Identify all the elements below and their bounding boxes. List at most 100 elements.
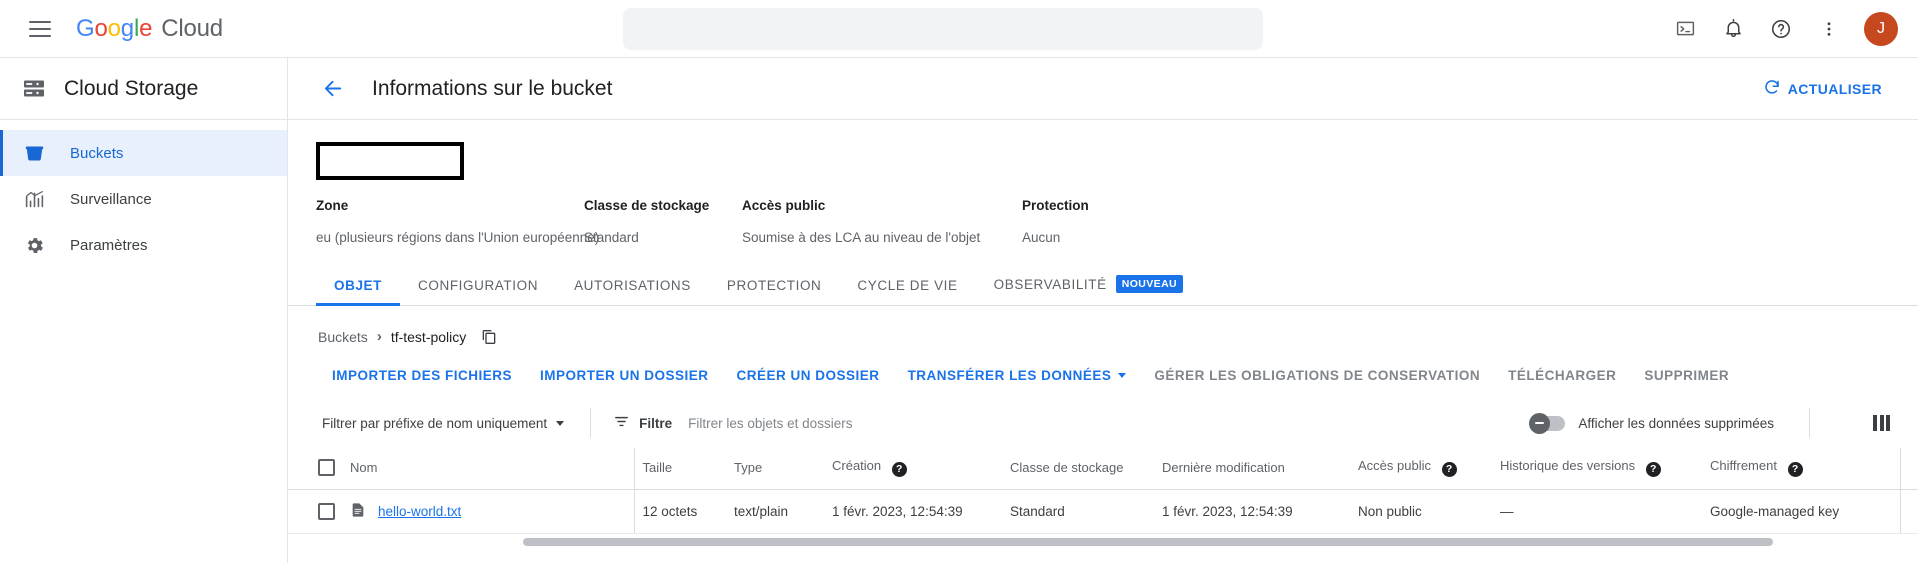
cell-type: text/plain — [726, 489, 824, 534]
help-icon[interactable] — [1760, 8, 1802, 50]
column-label: Type — [734, 459, 763, 475]
help-icon[interactable]: ? — [891, 461, 907, 477]
column-header-actions — [1899, 448, 1918, 490]
terminal-icon[interactable] — [1664, 8, 1706, 50]
import-folder-button[interactable]: IMPORTER UN DOSSIER — [526, 359, 723, 392]
divider — [590, 408, 592, 438]
help-icon[interactable]: ? — [1645, 461, 1661, 477]
filter-input[interactable]: Filtrer les objets et dossiers — [688, 416, 1531, 431]
breadcrumb: Buckets › tf-test-policy — [288, 306, 1918, 345]
column-header-creation[interactable]: Création ? — [824, 448, 1002, 490]
show-deleted-toggle[interactable] — [1529, 412, 1566, 434]
refresh-button[interactable]: ACTUALISER — [1753, 70, 1892, 107]
sidebar-item-surveillance[interactable]: Surveillance — [0, 176, 287, 222]
row-checkbox[interactable] — [318, 502, 335, 520]
cloud-storage-icon — [22, 77, 46, 101]
table-row[interactable]: hello-world.txt 12 octets text/plain 1 f… — [288, 489, 1918, 534]
import-files-button[interactable]: IMPORTER DES FICHIERS — [318, 359, 526, 392]
objects-table-wrapper: Nom Taille Type Création ? Classe de sto… — [288, 448, 1918, 563]
sidebar-nav-list: Buckets Surveillance Paramètres — [0, 120, 287, 268]
table-body: hello-world.txt 12 octets text/plain 1 f… — [288, 489, 1918, 534]
column-settings-icon[interactable] — [1867, 409, 1896, 437]
sidebar: Cloud Storage Buckets Surveillance Param… — [0, 58, 288, 563]
tab-cycle-de-vie[interactable]: CYCLE DE VIE — [839, 278, 975, 305]
page-title: Informations sur le bucket — [372, 76, 613, 100]
create-folder-button[interactable]: CRÉER UN DOSSIER — [723, 359, 894, 392]
delete-button[interactable]: SUPPRIMER — [1630, 359, 1743, 392]
sidebar-item-label: Surveillance — [70, 190, 152, 208]
top-navigation-bar: G o o g l e Cloud J — [0, 0, 1918, 58]
column-label: Classe de stockage — [1010, 459, 1124, 475]
logo-cloud-text: Cloud — [161, 14, 223, 42]
column-header-derniere-modification[interactable]: Dernière modification — [1154, 448, 1350, 490]
logo-letter: o — [94, 14, 108, 42]
sidebar-item-buckets[interactable]: Buckets — [0, 130, 287, 176]
table-header-row: Nom Taille Type Création ? Classe de sto… — [288, 448, 1918, 490]
help-icon[interactable]: ? — [1441, 461, 1457, 477]
hamburger-line — [29, 27, 51, 30]
chevron-down-icon — [556, 420, 565, 426]
row-select-cell — [288, 489, 342, 534]
manage-retention-button[interactable]: GÉRER LES OBLIGATIONS DE CONSERVATION — [1140, 359, 1494, 392]
column-label: Taille — [642, 459, 673, 475]
sidebar-item-label: Paramètres — [70, 236, 148, 254]
copy-icon[interactable] — [481, 329, 497, 345]
search-input[interactable] — [623, 7, 1264, 50]
filter-icon — [613, 413, 630, 433]
action-label: IMPORTER DES FICHIERS — [332, 368, 513, 383]
sidebar-item-parametres[interactable]: Paramètres — [0, 222, 287, 268]
horizontal-scrollbar[interactable] — [523, 537, 1773, 546]
hamburger-line — [29, 20, 51, 23]
google-cloud-logo[interactable]: G o o g l e Cloud — [76, 15, 223, 43]
column-header-nom[interactable]: Nom — [342, 448, 634, 490]
hamburger-menu-icon[interactable] — [18, 7, 62, 51]
notifications-bell-icon[interactable] — [1712, 8, 1754, 50]
sidebar-product-name: Cloud Storage — [64, 76, 199, 100]
breadcrumb-root[interactable]: Buckets — [318, 329, 368, 345]
download-button[interactable]: TÉLÉCHARGER — [1494, 359, 1630, 392]
tab-protection[interactable]: PROTECTION — [709, 278, 840, 305]
logo-letter: G — [76, 14, 95, 42]
summary-label: Protection — [1022, 198, 1089, 213]
summary-label: Accès public — [742, 198, 826, 213]
more-options-icon[interactable] — [1808, 8, 1850, 50]
cell-chiffrement: Google-managed key — [1702, 489, 1900, 534]
arrow-left-icon[interactable] — [316, 72, 350, 106]
prefix-filter-select[interactable]: Filtrer par préfixe de nom uniquement — [318, 410, 568, 437]
column-header-type[interactable]: Type — [726, 448, 824, 490]
column-header-chiffrement[interactable]: Chiffrement ? — [1702, 448, 1900, 490]
column-header-classe-de-stockage[interactable]: Classe de stockage — [1002, 448, 1154, 490]
avatar[interactable]: J — [1864, 11, 1898, 46]
column-header-taille[interactable]: Taille — [633, 448, 726, 490]
cell-classe-de-stockage: Standard — [1002, 489, 1154, 534]
file-name-link[interactable]: hello-world.txt — [378, 504, 461, 519]
column-label: Création — [832, 458, 882, 473]
sidebar-item-label: Buckets — [70, 144, 124, 162]
cloud-console-page: G o o g l e Cloud J Cloud Storage Bucket… — [0, 0, 1918, 563]
column-label: Chiffrement — [1710, 458, 1777, 473]
settings-gear-icon — [22, 233, 46, 257]
column-header-acces-public[interactable]: Accès public ? — [1350, 448, 1492, 490]
summary-label: Zone — [316, 198, 349, 213]
summary-value: Aucun — [1022, 230, 1061, 245]
sidebar-product-header: Cloud Storage — [0, 58, 287, 120]
tab-observabilite[interactable]: OBSERVABILITÉ NOUVEAU — [976, 275, 1201, 305]
action-label: CRÉER UN DOSSIER — [736, 368, 880, 383]
tab-label: OBJET — [334, 278, 383, 293]
help-icon[interactable]: ? — [1787, 461, 1803, 477]
monitoring-chart-icon — [22, 187, 46, 211]
tab-configuration[interactable]: CONFIGURATION — [400, 278, 556, 305]
filter-bar: Filtrer par préfixe de nom uniquement Fi… — [288, 398, 1918, 448]
bucket-details-content: Zone eu (plusieurs régions dans l'Union … — [288, 120, 1918, 563]
page-body: Cloud Storage Buckets Surveillance Param… — [0, 58, 1918, 563]
summary-value: Soumise à des LCA au niveau de l'objet — [742, 230, 981, 245]
row-actions — [1909, 502, 1918, 520]
tab-objet[interactable]: OBJET — [316, 278, 401, 306]
select-all-checkbox[interactable] — [318, 458, 335, 476]
column-label: Accès public — [1358, 458, 1431, 473]
column-label: Historique des versions — [1500, 458, 1636, 473]
column-header-historique-des-versions[interactable]: Historique des versions ? — [1492, 448, 1702, 490]
transfer-data-button[interactable]: TRANSFÉRER LES DONNÉES — [894, 359, 1141, 392]
chevron-down-icon — [1118, 373, 1127, 378]
tab-autorisations[interactable]: AUTORISATIONS — [556, 278, 709, 305]
